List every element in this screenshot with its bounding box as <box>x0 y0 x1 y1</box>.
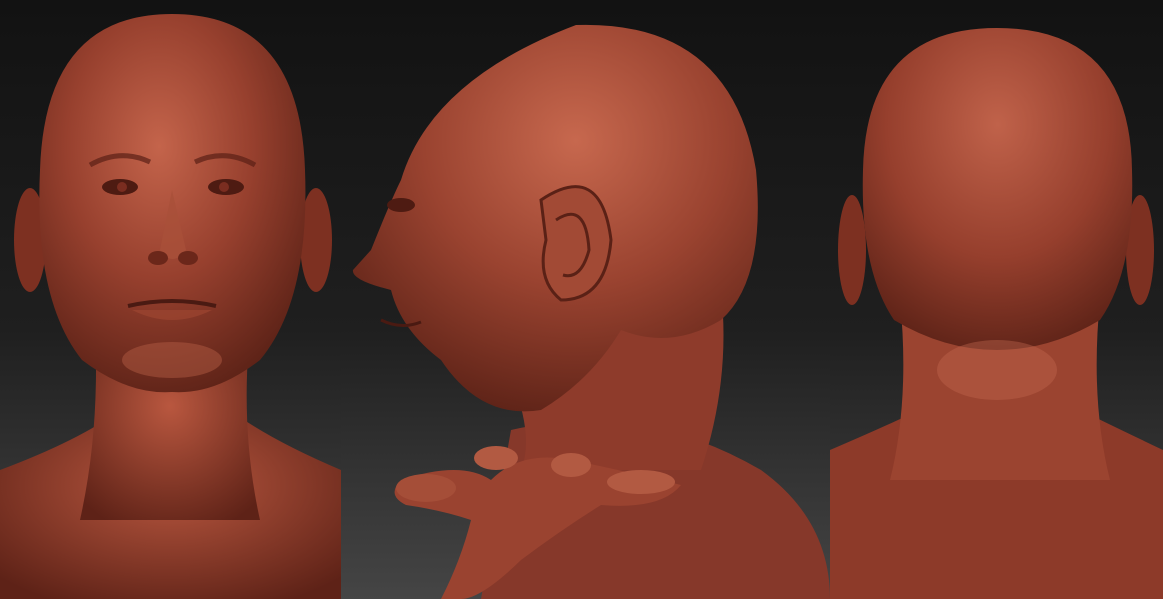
back-view-panel <box>830 0 1163 599</box>
sculpt-render-triptych <box>0 0 1163 599</box>
front-view-panel <box>0 0 341 599</box>
back-view-head-render <box>830 0 1163 599</box>
side-view-panel <box>341 0 830 599</box>
front-view-head-render <box>0 0 341 599</box>
side-view-head-render <box>341 0 830 599</box>
